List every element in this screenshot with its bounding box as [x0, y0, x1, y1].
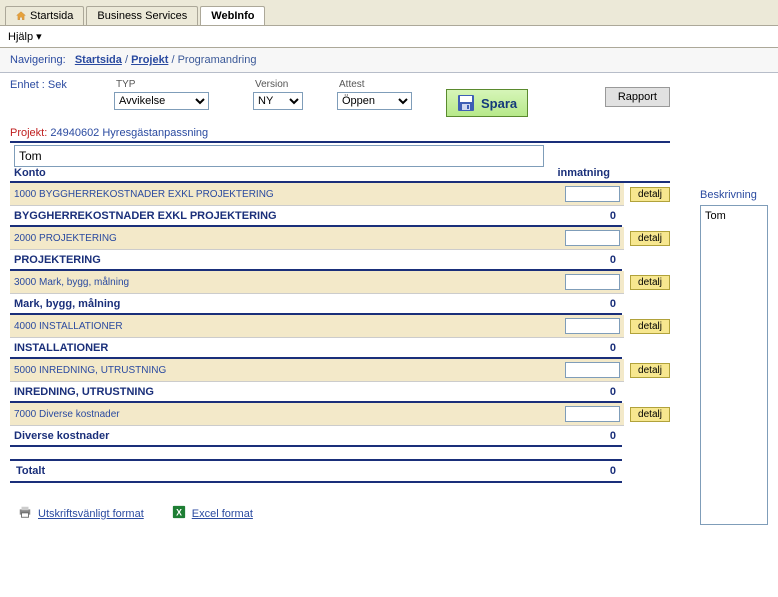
- rapport-button[interactable]: Rapport: [605, 87, 670, 107]
- detalj-button[interactable]: detalj: [630, 187, 670, 202]
- subtotal-value: 0: [610, 342, 616, 354]
- amount-input[interactable]: [565, 274, 620, 290]
- account-row: 2000 PROJEKTERING: [10, 227, 624, 250]
- excel-icon: X: [172, 505, 186, 522]
- svg-text:X: X: [176, 508, 182, 518]
- attest-label: Attest: [337, 79, 412, 90]
- subtotal-row: PROJEKTERING 0: [10, 250, 622, 271]
- breadcrumb-startsida[interactable]: Startsida: [75, 54, 122, 66]
- account-row: 5000 INREDNING, UTRUSTNING: [10, 359, 624, 382]
- subtotal-row: INREDNING, UTRUSTNING 0: [10, 382, 622, 403]
- account-code: 1000 BYGGHERREKOSTNADER EXKL PROJEKTERIN…: [14, 189, 559, 200]
- subtotal-value: 0: [610, 386, 616, 398]
- attest-select[interactable]: Öppen: [337, 92, 412, 110]
- subtotal-value: 0: [610, 298, 616, 310]
- header-inmatning: inmatning: [557, 167, 610, 179]
- header-konto: Konto: [14, 167, 46, 179]
- subtotal-label: Diverse kostnader: [14, 430, 109, 442]
- typ-label: TYP: [114, 79, 209, 90]
- detalj-button[interactable]: detalj: [630, 231, 670, 246]
- subtotal-label: Mark, bygg, målning: [14, 298, 120, 310]
- projekt-label: Projekt:: [10, 127, 47, 139]
- version-select[interactable]: NY: [253, 92, 303, 110]
- chevron-down-icon: ▾: [36, 31, 42, 43]
- tab-bar: Startsida Business Services WebInfo: [5, 2, 773, 25]
- subtotal-label: BYGGHERREKOSTNADER EXKL PROJEKTERING: [14, 210, 277, 222]
- account-row: 1000 BYGGHERREKOSTNADER EXKL PROJEKTERIN…: [10, 183, 624, 206]
- account-code: 3000 Mark, bygg, målning: [14, 277, 559, 288]
- subtotal-label: PROJEKTERING: [14, 254, 101, 266]
- tab-label: Business Services: [97, 10, 187, 22]
- typ-select[interactable]: Avvikelse: [114, 92, 209, 110]
- account-code: 2000 PROJEKTERING: [14, 233, 559, 244]
- disk-icon: [457, 94, 475, 112]
- breadcrumb-projekt[interactable]: Projekt: [131, 54, 168, 66]
- desc-box[interactable]: Tom: [700, 205, 768, 525]
- tab-startsida[interactable]: Startsida: [5, 6, 84, 25]
- subtotal-label: INSTALLATIONER: [14, 342, 108, 354]
- breadcrumb-current: Programandring: [178, 54, 257, 66]
- breadcrumb: Navigering: Startsida / Projekt / Progra…: [0, 48, 778, 73]
- house-icon: [16, 11, 26, 21]
- detalj-button[interactable]: detalj: [630, 363, 670, 378]
- menubar: Hjälp ▾: [0, 26, 778, 48]
- tab-business-services[interactable]: Business Services: [86, 6, 198, 25]
- subtotal-row: Mark, bygg, målning 0: [10, 294, 622, 315]
- detalj-button[interactable]: detalj: [630, 275, 670, 290]
- amount-input[interactable]: [565, 318, 620, 334]
- account-row: 4000 INSTALLATIONER: [10, 315, 624, 338]
- detalj-button[interactable]: detalj: [630, 407, 670, 422]
- help-menu[interactable]: Hjälp ▾: [8, 31, 42, 43]
- version-label: Version: [253, 79, 303, 90]
- projekt-line: Projekt: 24940602 Hyresgästanpassning: [10, 127, 670, 139]
- breadcrumb-label: Navigering:: [10, 54, 66, 66]
- total-label: Totalt: [16, 465, 45, 477]
- amount-input[interactable]: [565, 406, 620, 422]
- enhet-label: Enhet : Sek: [10, 79, 110, 91]
- total-row: Totalt 0: [10, 461, 622, 483]
- tab-webinfo[interactable]: WebInfo: [200, 6, 265, 25]
- search-input[interactable]: [14, 145, 544, 167]
- subtotal-row: BYGGHERREKOSTNADER EXKL PROJEKTERING 0: [10, 206, 622, 227]
- amount-input[interactable]: [565, 230, 620, 246]
- account-code: 4000 INSTALLATIONER: [14, 321, 559, 332]
- amount-input[interactable]: [565, 186, 620, 202]
- subtotal-value: 0: [610, 210, 616, 222]
- subtotal-value: 0: [610, 254, 616, 266]
- account-row: 3000 Mark, bygg, målning: [10, 271, 624, 294]
- total-value: 0: [610, 465, 616, 477]
- subtotal-label: INREDNING, UTRUSTNING: [14, 386, 154, 398]
- save-label: Spara: [481, 96, 517, 111]
- account-code: 7000 Diverse kostnader: [14, 409, 559, 420]
- account-code: 5000 INREDNING, UTRUSTNING: [14, 365, 559, 376]
- amount-input[interactable]: [565, 362, 620, 378]
- tab-label: Startsida: [30, 10, 73, 22]
- subtotal-value: 0: [610, 430, 616, 442]
- top-toolbar: Startsida Business Services WebInfo: [0, 0, 778, 26]
- subtotal-row: INSTALLATIONER 0: [10, 338, 622, 359]
- detalj-button[interactable]: detalj: [630, 319, 670, 334]
- save-button[interactable]: Spara: [446, 89, 528, 117]
- subtotal-row: Diverse kostnader 0: [10, 426, 622, 447]
- excel-format-link[interactable]: X Excel format: [172, 505, 253, 522]
- projekt-value: 24940602 Hyresgästanpassning: [50, 127, 208, 139]
- tab-label: WebInfo: [211, 10, 254, 22]
- printer-icon: [18, 505, 32, 522]
- account-row: 7000 Diverse kostnader: [10, 403, 624, 426]
- desc-label: Beskrivning: [700, 189, 768, 201]
- print-format-link[interactable]: Utskriftsvänligt format: [18, 505, 144, 522]
